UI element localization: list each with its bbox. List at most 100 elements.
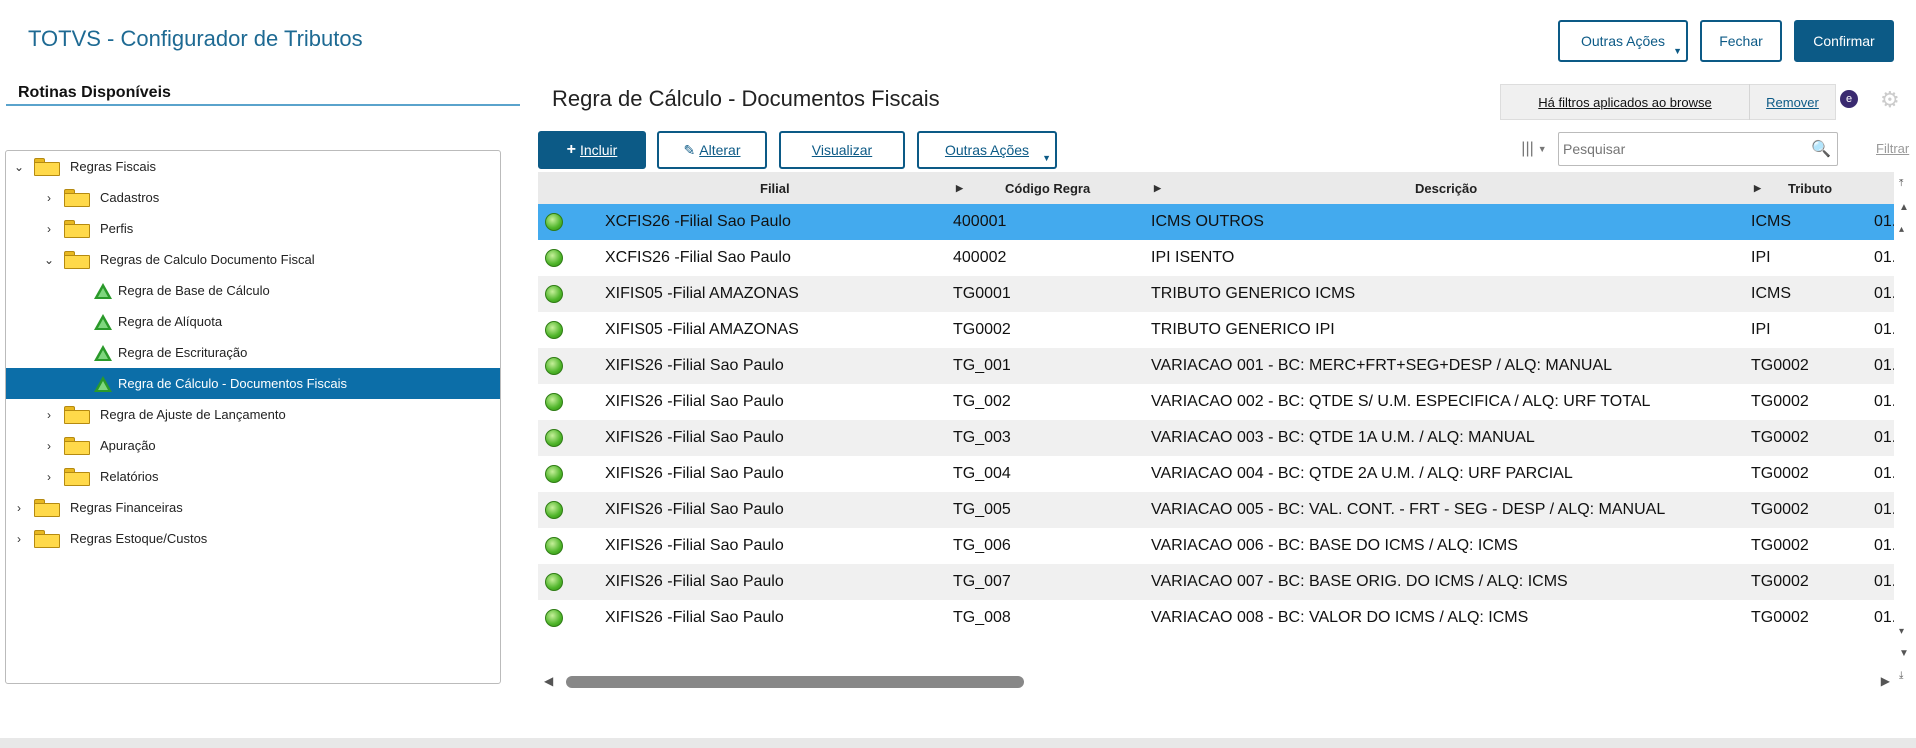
tree-item-regra-calculo-docs-fiscais[interactable]: Regra de Cálculo - Documentos Fiscais: [6, 368, 500, 399]
table-row[interactable]: XIFIS05 -Filial AMAZONAS TG0002 TRIBUTO …: [538, 312, 1894, 348]
tree-item-cadastros[interactable]: › Cadastros: [6, 182, 500, 213]
column-header-codigo[interactable]: Código Regra: [1005, 181, 1090, 196]
tree-item-regras-estoque-custos[interactable]: › Regras Estoque/Custos: [6, 523, 500, 554]
scroll-page-up-icon[interactable]: ▲: [1899, 202, 1909, 213]
scroll-page-down-icon[interactable]: ▼: [1899, 648, 1909, 659]
chevron-right-icon[interactable]: ▶: [1754, 183, 1761, 194]
chevron-right-icon[interactable]: ›: [42, 470, 56, 484]
tree-item-label: Regra de Alíquota: [118, 314, 223, 329]
tree-item-regras-fiscais[interactable]: ⌄ Regras Fiscais: [6, 151, 500, 182]
scroll-bottom-icon[interactable]: ⤓: [1899, 670, 1903, 681]
table-row[interactable]: XIFIS26 -Filial Sao Paulo TG_003 VARIACA…: [538, 420, 1894, 456]
tree-item-label: Regra de Escrituração: [118, 345, 248, 360]
pencil-icon: ✎: [683, 141, 696, 158]
tree-item-regra-ajuste-lancamento[interactable]: › Regra de Ajuste de Lançamento: [6, 399, 500, 430]
cell-filial: XIFIS26 -Filial Sao Paulo: [605, 357, 784, 374]
table-row[interactable]: XIFIS05 -Filial AMAZONAS TG0001 TRIBUTO …: [538, 276, 1894, 312]
search-input[interactable]: [1559, 141, 1811, 157]
tree-item-relatorios[interactable]: › Relatórios: [6, 461, 500, 492]
include-button[interactable]: + Incluir: [538, 131, 646, 169]
columns-view-button[interactable]: ||| ▼: [1510, 134, 1558, 164]
tree-item-label: Regra de Base de Cálculo: [118, 283, 270, 298]
scroll-down-icon[interactable]: ▾: [1899, 626, 1904, 637]
tree-item-regras-calculo-doc-fiscal[interactable]: ⌄ Regras de Calculo Documento Fiscal: [6, 244, 500, 275]
edit-button[interactable]: ✎ Alterar: [657, 131, 767, 169]
scroll-left-icon[interactable]: ◀: [544, 674, 553, 688]
chevron-right-icon[interactable]: ›: [42, 408, 56, 422]
chevron-down-icon: ▼: [1537, 144, 1547, 154]
table-row[interactable]: XIFIS26 -Filial Sao Paulo TG_007 VARIACA…: [538, 564, 1894, 600]
table-row[interactable]: XIFIS26 -Filial Sao Paulo TG_006 VARIACA…: [538, 528, 1894, 564]
tree-item-regra-base-calculo[interactable]: Regra de Base de Cálculo: [6, 275, 500, 306]
cell-filial: XIFIS26 -Filial Sao Paulo: [605, 393, 784, 410]
status-green-icon: [545, 501, 563, 519]
cell-descricao: VARIACAO 006 - BC: BASE DO ICMS / ALQ: I…: [1151, 537, 1518, 554]
scroll-up-icon[interactable]: ▴: [1899, 224, 1904, 235]
cell-codigo: TG_005: [953, 501, 1011, 518]
cell-codigo: TG_007: [953, 573, 1011, 590]
other-actions-toolbar-button[interactable]: Outras Ações ▼: [917, 131, 1057, 169]
confirm-button[interactable]: Confirmar: [1794, 20, 1894, 62]
chevron-right-icon[interactable]: ›: [42, 439, 56, 453]
cell-extra: 01.: [1874, 213, 1894, 230]
tree-item-regra-escrituracao[interactable]: Regra de Escrituração: [6, 337, 500, 368]
cell-filial: XIFIS05 -Filial AMAZONAS: [605, 321, 799, 338]
tree-item-label: Regras Estoque/Custos: [70, 531, 208, 546]
scroll-top-icon[interactable]: ⤒: [1899, 178, 1903, 189]
cell-extra: 01.: [1874, 609, 1894, 626]
chevron-right-icon[interactable]: ›: [12, 532, 26, 546]
column-header-tributo[interactable]: Tributo: [1788, 181, 1832, 196]
column-header-filial[interactable]: Filial: [760, 181, 790, 196]
cell-codigo: TG_003: [953, 429, 1011, 446]
folder-icon: [64, 219, 90, 238]
vertical-scrollbar[interactable]: ⤒ ▲ ▴ ▾ ▼ ⤓: [1894, 172, 1914, 692]
tree-item-perfis[interactable]: › Perfis: [6, 213, 500, 244]
triangle-icon: [94, 282, 112, 299]
filter-link[interactable]: Filtrar: [1876, 141, 1909, 156]
tree-item-label: Regras de Calculo Documento Fiscal: [100, 252, 315, 267]
other-actions-button[interactable]: Outras Ações ▼: [1558, 20, 1688, 62]
horizontal-scrollbar[interactable]: ◀ ▶: [544, 672, 1890, 692]
tree-item-regra-aliquota[interactable]: Regra de Alíquota: [6, 306, 500, 337]
cell-descricao: VARIACAO 005 - BC: VAL. CONT. - FRT - SE…: [1151, 501, 1666, 518]
table-row[interactable]: XIFIS26 -Filial Sao Paulo TG_004 VARIACA…: [538, 456, 1894, 492]
routines-tree: ⌄ Regras Fiscais › Cadastros › Perfis ⌄ …: [5, 150, 501, 684]
tree-item-apuracao[interactable]: › Apuração: [6, 430, 500, 461]
close-button[interactable]: Fechar: [1700, 20, 1782, 62]
chevron-right-icon[interactable]: ▶: [1154, 183, 1161, 194]
chevron-right-icon[interactable]: ›: [12, 501, 26, 515]
logo-icon[interactable]: e: [1840, 90, 1858, 108]
table-row[interactable]: XCFIS26 -Filial Sao Paulo 400001 ICMS OU…: [538, 204, 1894, 240]
table-row[interactable]: XIFIS26 -Filial Sao Paulo TG_001 VARIACA…: [538, 348, 1894, 384]
table-row[interactable]: XIFIS26 -Filial Sao Paulo TG_008 VARIACA…: [538, 600, 1894, 636]
table-row[interactable]: XCFIS26 -Filial Sao Paulo 400002 IPI ISE…: [538, 240, 1894, 276]
cell-codigo: TG_001: [953, 357, 1011, 374]
cell-codigo: 400002: [953, 249, 1007, 266]
search-icon[interactable]: 🔍: [1811, 139, 1837, 159]
cell-extra: 01.: [1874, 537, 1894, 554]
column-header-descricao[interactable]: Descrição: [1415, 181, 1477, 196]
status-green-icon: [545, 393, 563, 411]
scroll-right-icon[interactable]: ▶: [1881, 674, 1890, 688]
scrollbar-thumb[interactable]: [566, 676, 1024, 688]
view-button[interactable]: Visualizar: [779, 131, 905, 169]
remove-filters-link[interactable]: Remover: [1750, 95, 1835, 110]
chevron-down-icon[interactable]: ⌄: [12, 160, 26, 174]
folder-icon: [34, 529, 60, 548]
cell-filial: XIFIS05 -Filial AMAZONAS: [605, 285, 799, 302]
cell-tributo: TG0002: [1751, 465, 1809, 482]
gear-icon[interactable]: ⚙: [1880, 87, 1900, 113]
tree-item-regras-financeiras[interactable]: › Regras Financeiras: [6, 492, 500, 523]
chevron-right-icon[interactable]: ›: [42, 222, 56, 236]
filters-applied-link[interactable]: Há filtros aplicados ao browse: [1501, 95, 1749, 110]
chevron-right-icon[interactable]: ›: [42, 191, 56, 205]
chevron-down-icon[interactable]: ⌄: [42, 253, 56, 267]
cell-descricao: VARIACAO 003 - BC: QTDE 1A U.M. / ALQ: M…: [1151, 429, 1535, 446]
cell-tributo: TG0002: [1751, 501, 1809, 518]
cell-tributo: ICMS: [1751, 285, 1791, 302]
table-row[interactable]: XIFIS26 -Filial Sao Paulo TG_005 VARIACA…: [538, 492, 1894, 528]
folder-icon: [64, 188, 90, 207]
cell-codigo: TG_004: [953, 465, 1011, 482]
chevron-right-icon[interactable]: ▶: [956, 183, 963, 194]
table-row[interactable]: XIFIS26 -Filial Sao Paulo TG_002 VARIACA…: [538, 384, 1894, 420]
